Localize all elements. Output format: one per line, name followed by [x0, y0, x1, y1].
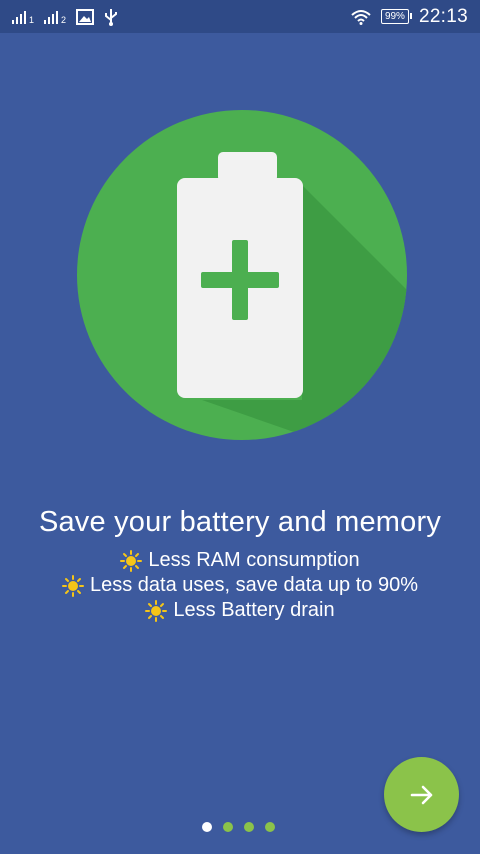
sun-icon [62, 574, 84, 597]
battery-percent: 99% [384, 11, 405, 22]
sim1-label: 1 [29, 14, 35, 25]
page-dot-2[interactable] [223, 822, 233, 832]
page-dot-3[interactable] [244, 822, 254, 832]
sun-icon [120, 549, 143, 572]
status-bar: 1 2 99% 22:13 [0, 0, 480, 33]
signal-icon: 2 [44, 10, 66, 24]
signal-icon: 1 [12, 10, 34, 24]
usb-icon [105, 8, 118, 26]
list-item: Less RAM consumption [0, 548, 480, 573]
sim2-label: 2 [61, 14, 67, 25]
status-left: 1 2 [12, 8, 118, 26]
next-button[interactable] [384, 757, 459, 832]
page-dot-1[interactable] [202, 822, 212, 832]
feature-text: Less RAM consumption [148, 549, 360, 571]
battery-icon: 99% [380, 9, 412, 24]
list-item: Less Battery drain [0, 598, 480, 623]
status-right: 99% 22:13 [351, 6, 468, 28]
page-dot-4[interactable] [265, 822, 275, 832]
image-notification-icon [76, 8, 95, 25]
list-item: Less data uses, save data up to 90% [0, 573, 480, 598]
wifi-icon [351, 9, 371, 25]
feature-list: Less RAM consumption Less data uses, sav… [0, 548, 480, 623]
page-indicator [202, 822, 275, 832]
clock: 22:13 [418, 5, 468, 27]
arrow-right-icon [410, 785, 432, 804]
feature-text: Less Battery drain [173, 599, 335, 621]
page-title: Save your battery and memory [38, 506, 442, 538]
feature-text: Less data uses, save data up to 90% [90, 574, 418, 596]
sun-icon [145, 599, 168, 622]
battery-plus-icon [77, 110, 407, 440]
